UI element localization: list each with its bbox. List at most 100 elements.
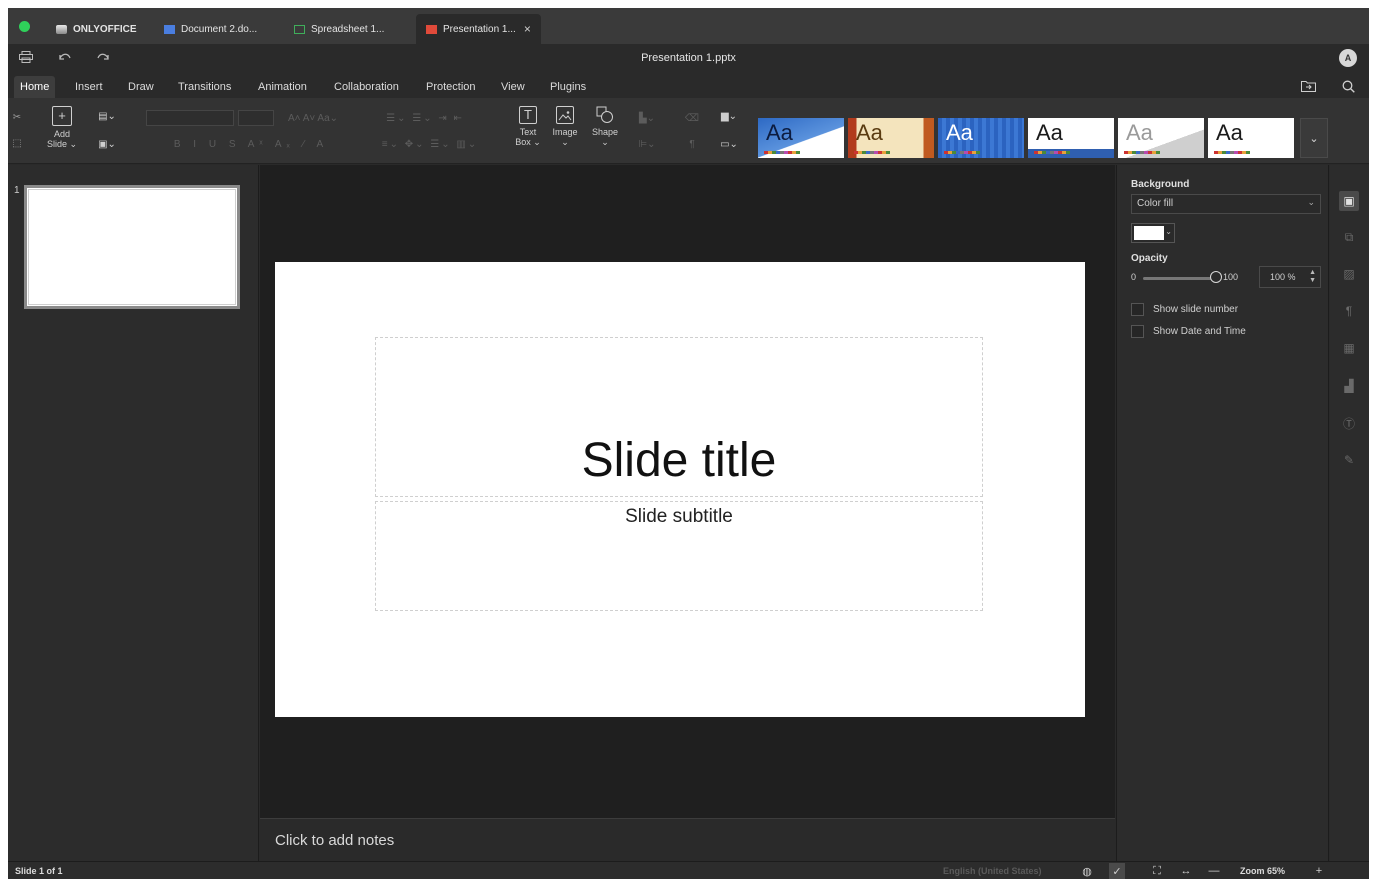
slide-layout-icon[interactable]: ▤⌄	[94, 108, 120, 124]
shape-settings-icon[interactable]: ⧉	[1339, 227, 1359, 247]
theme-sample-text: Aa	[1216, 120, 1243, 145]
title-placeholder[interactable]: Slide title	[375, 337, 983, 497]
add-slide-button[interactable]: + Add Slide ⌄	[42, 106, 82, 158]
tab-transitions[interactable]: Transitions	[172, 76, 237, 98]
fit-width-icon[interactable]: ↔	[1178, 863, 1194, 879]
image-settings-icon[interactable]: ▨	[1339, 264, 1359, 284]
language-selector[interactable]: English (United States)	[943, 866, 1042, 876]
theme-palette	[1214, 151, 1250, 154]
fit-slide-icon[interactable]: ⛶	[1149, 863, 1165, 879]
notes-placeholder[interactable]: Click to add notes	[275, 832, 394, 849]
font-size-select[interactable]	[238, 110, 274, 126]
shape-label: Shape	[591, 127, 619, 137]
more-themes-button[interactable]: ⌄	[1300, 118, 1328, 158]
document-title: Presentation 1.pptx	[641, 52, 736, 64]
arrange-icon[interactable]: ▙⌄	[633, 110, 661, 126]
font-size-controls[interactable]: A˄ A˅ Aa⌄	[278, 110, 348, 126]
text-art-settings-icon[interactable]: Ⓣ	[1339, 413, 1359, 433]
image-button[interactable]: Image ⌄	[545, 106, 585, 158]
copy-style-icon[interactable]: ¶	[684, 136, 700, 152]
tab-document[interactable]: Document 2.do...	[154, 14, 267, 44]
window-close-dot[interactable]	[19, 21, 30, 32]
notes-panel[interactable]: Click to add notes	[260, 818, 1115, 861]
theme-white[interactable]: Aa	[1208, 118, 1294, 158]
chevron-down-icon: ⌄	[1309, 132, 1319, 145]
chevron-down-icon: ⌄	[561, 137, 569, 147]
show-slide-number-checkbox[interactable]	[1131, 303, 1144, 316]
show-slide-number-label: Show slide number	[1153, 304, 1239, 315]
text-box-button[interactable]: T Text Box ⌄	[508, 106, 548, 158]
slide-count: Slide 1 of 1	[15, 866, 63, 876]
theme-classic[interactable]: Aa	[848, 118, 934, 158]
font-family-select[interactable]	[146, 110, 234, 126]
avatar[interactable]: A	[1339, 49, 1357, 67]
fill-color-picker[interactable]: ⌄	[1131, 223, 1175, 243]
tab-collaboration[interactable]: Collaboration	[328, 76, 405, 98]
list-icons[interactable]: ☰⌄ ☰⌄ ⇥ ⇤	[370, 110, 480, 126]
spellcheck-icon[interactable]: ✓	[1109, 863, 1125, 879]
opacity-min: 0	[1131, 272, 1137, 282]
slide-title[interactable]: Slide title	[376, 433, 982, 488]
show-date-time-checkbox[interactable]	[1131, 325, 1144, 338]
cut-icon[interactable]: ✂	[10, 110, 24, 124]
tab-plugins[interactable]: Plugins	[544, 76, 592, 98]
opacity-slider-handle[interactable]	[1210, 271, 1222, 283]
start-slideshow-icon[interactable]: ▣⌄	[94, 136, 120, 152]
tab-draw[interactable]: Draw	[122, 76, 160, 98]
add-slide-label-1: Add	[53, 129, 70, 139]
zoom-in-icon[interactable]: +	[1311, 863, 1327, 879]
tab-protection[interactable]: Protection	[420, 76, 482, 98]
tab-home[interactable]: Home	[14, 76, 56, 98]
tab-insert[interactable]: Insert	[69, 76, 109, 98]
chevron-down-icon: ⌄	[601, 137, 609, 147]
clear-style-icon[interactable]: ⌫	[684, 110, 700, 126]
theme-sample-text: Aa	[856, 120, 883, 145]
background-fill-select[interactable]: Color fill ⌄	[1131, 194, 1321, 214]
zoom-level[interactable]: Zoom 65%	[1240, 866, 1285, 876]
theme-blue-grid[interactable]: Aa	[938, 118, 1024, 158]
tab-onlyoffice[interactable]: ONLYOFFICE	[46, 14, 147, 44]
slide-settings-icon[interactable]: ▣	[1339, 191, 1359, 211]
align-icons[interactable]: ≡⌄ ✥⌄ ☰⌄ ▥⌄	[370, 136, 490, 152]
subtitle-placeholder[interactable]: Slide subtitle	[375, 501, 983, 611]
theme-blank-blue[interactable]: Aa	[758, 118, 844, 158]
opacity-slider[interactable]	[1143, 277, 1215, 280]
close-tab-icon[interactable]: ×	[524, 22, 531, 36]
theme-palette	[764, 151, 800, 154]
spinner-icon[interactable]: ▲ ▼	[1309, 269, 1316, 285]
globe-icon[interactable]: ◍	[1079, 863, 1095, 879]
select-all-icon[interactable]: ⬚	[10, 136, 24, 150]
tab-view[interactable]: View	[495, 76, 531, 98]
theme-office[interactable]: Aa	[1028, 118, 1114, 158]
slide-subtitle[interactable]: Slide subtitle	[376, 506, 982, 528]
opacity-input[interactable]: 100 % ▲ ▼	[1259, 266, 1321, 288]
paragraph-settings-icon[interactable]: ¶	[1339, 301, 1359, 321]
slide-thumbnails-panel: 1	[8, 165, 259, 861]
tab-presentation[interactable]: Presentation 1... ×	[416, 14, 541, 44]
tab-spreadsheet[interactable]: Spreadsheet 1...	[284, 14, 394, 44]
thumbnail-number: 1	[14, 185, 20, 196]
theme-grey[interactable]: Aa	[1118, 118, 1204, 158]
search-icon[interactable]	[1340, 78, 1356, 94]
text-format-icons[interactable]: B I U S Aˣ Aₓ ⁄ A	[146, 136, 356, 152]
zoom-out-icon[interactable]: —	[1206, 863, 1222, 879]
theme-sample-text: Aa	[1036, 120, 1063, 145]
text-box-icon: T	[519, 106, 537, 124]
color-scheme-icon[interactable]: ▆⌄	[714, 108, 744, 124]
tab-animation[interactable]: Animation	[252, 76, 313, 98]
table-settings-icon[interactable]: ▦	[1339, 338, 1359, 358]
status-bar: Slide 1 of 1 English (United States) ◍ ✓…	[8, 861, 1369, 879]
onlyoffice-logo-icon	[56, 24, 67, 34]
chart-settings-icon[interactable]: ▟	[1339, 376, 1359, 396]
slide[interactable]: Slide title Slide subtitle	[275, 262, 1085, 717]
home-toolbar: ✂ ⬚ + Add Slide ⌄ ▤⌄ ▣⌄ A˄ A˅ Aa⌄ B I U …	[8, 98, 1369, 164]
shape-button[interactable]: Shape ⌄	[585, 106, 625, 158]
open-file-location-icon[interactable]	[1300, 78, 1316, 94]
slide-thumbnail[interactable]	[24, 185, 240, 309]
slide-canvas: Slide title Slide subtitle	[260, 165, 1115, 818]
slide-settings-panel: Background Color fill ⌄ ⌄ Opacity 0 100 …	[1116, 165, 1329, 861]
align-shape-icon[interactable]: ⊫⌄	[633, 136, 661, 152]
slide-size-icon[interactable]: ▭⌄	[714, 136, 744, 152]
theme-sample-text: Aa	[946, 120, 973, 145]
signature-settings-icon[interactable]: ✎	[1339, 450, 1359, 470]
